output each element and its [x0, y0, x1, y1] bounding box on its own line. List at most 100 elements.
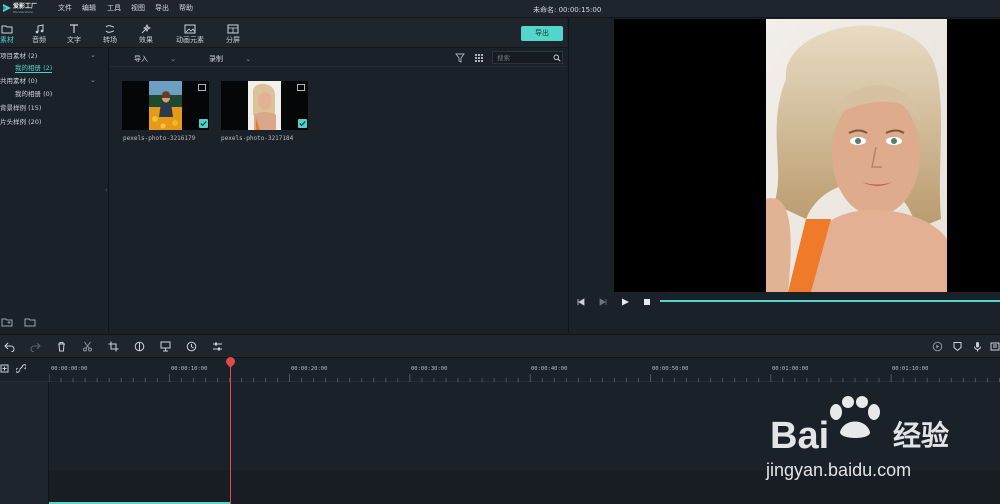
- photo-girl-field-image: [149, 81, 182, 130]
- tree-project-media[interactable]: 项目素材 (2): [0, 52, 37, 60]
- tab-elements-label: 动画元素: [176, 36, 204, 44]
- import-dropdown[interactable]: 导入 ⌄: [134, 54, 176, 64]
- ruler-ticks: [49, 374, 1000, 382]
- link-icon[interactable]: [16, 364, 26, 373]
- stop-icon[interactable]: [642, 297, 652, 307]
- image-type-icon: [198, 84, 206, 91]
- effects-icon: [141, 24, 152, 34]
- app-logo-subtext: Wondershare: [13, 10, 33, 14]
- timecode-4: 00:00:40:00: [531, 366, 568, 372]
- duration-clock-icon[interactable]: [186, 341, 197, 352]
- grid-view-icon[interactable]: [474, 53, 484, 63]
- text-icon: [70, 24, 78, 33]
- microphone-icon[interactable]: [972, 341, 983, 352]
- track-headers: [0, 382, 49, 504]
- tab-media[interactable]: 素材: [0, 24, 19, 44]
- tab-split-screen[interactable]: 分屏: [221, 24, 245, 44]
- tab-audio[interactable]: 音频: [27, 24, 51, 44]
- add-folder-icon[interactable]: [1, 317, 13, 327]
- image-type-icon: [297, 84, 305, 91]
- render-play-icon[interactable]: [932, 341, 943, 352]
- adjust-sliders-icon[interactable]: [212, 341, 223, 352]
- menu-view[interactable]: 视图: [131, 4, 145, 13]
- timecode-6: 00:01:00:00: [772, 366, 809, 372]
- timeline-ruler[interactable]: [0, 358, 1000, 382]
- preview-portrait-image: [766, 19, 947, 292]
- record-label: 录制: [209, 55, 223, 63]
- menu-edit[interactable]: 编辑: [82, 4, 96, 13]
- tab-effects[interactable]: 效果: [134, 24, 158, 44]
- title-bar: 爱影工厂 Wondershare 文件 编辑 工具 视图 导出 帮助 未命名: …: [0, 0, 1000, 18]
- tab-media-label: 素材: [0, 36, 14, 44]
- tree-background-samples[interactable]: 背景样例 (15): [0, 104, 41, 112]
- tab-elements[interactable]: 动画元素: [174, 24, 206, 44]
- mixer-icon[interactable]: [990, 341, 1000, 352]
- play-icon[interactable]: [620, 297, 630, 307]
- redo-icon[interactable]: [30, 341, 41, 352]
- watermark-brand-cn: 经验: [893, 419, 950, 452]
- color-icon[interactable]: [134, 341, 145, 352]
- main-toolbar: 素材 音频 文字 转场 效果 动画元素 分屏: [0, 18, 567, 48]
- cut-icon[interactable]: [82, 341, 93, 352]
- watermark-url: jingyan.baidu.com: [766, 460, 912, 480]
- music-note-icon: [35, 24, 44, 34]
- tree-shared-media[interactable]: 共用素材 (0): [0, 77, 37, 85]
- chevron-down-icon: ⌄: [170, 55, 177, 63]
- playhead-line[interactable]: [230, 362, 231, 504]
- chevron-down-icon: ⌄: [245, 55, 252, 63]
- tree-intro-samples[interactable]: 片头样例 (20): [0, 118, 41, 126]
- tab-split-screen-label: 分屏: [226, 36, 240, 44]
- tab-effects-label: 效果: [139, 36, 153, 44]
- tab-transition-label: 转场: [103, 36, 117, 44]
- timecode-3: 00:00:30:00: [411, 366, 448, 372]
- transition-icon: [105, 25, 115, 33]
- media-thumbnail-1[interactable]: [122, 81, 209, 130]
- timecode-1: 00:00:10:00: [171, 366, 208, 372]
- baidu-paw-logo-icon: [830, 396, 880, 438]
- project-title: 未命名: 00:00:15:00: [533, 6, 602, 14]
- import-label: 导入: [134, 55, 148, 63]
- open-folder-icon[interactable]: [24, 317, 36, 327]
- tab-text-label: 文字: [67, 36, 81, 44]
- media-thumbnail-2[interactable]: [221, 81, 308, 130]
- add-track-icon[interactable]: [0, 364, 9, 373]
- menu-tools[interactable]: 工具: [107, 4, 121, 13]
- timecode-7: 00:01:10:00: [892, 366, 929, 372]
- playback-progress-bar[interactable]: [660, 300, 1000, 302]
- video-editor-window: 爱影工厂 Wondershare 文件 编辑 工具 视图 导出 帮助 未命名: …: [0, 0, 1000, 504]
- filter-icon[interactable]: [455, 53, 465, 63]
- used-checkmark-icon: [298, 119, 307, 128]
- timecode-2: 00:00:20:00: [291, 366, 328, 372]
- media-name-2: pexels-photo-3217184: [221, 135, 294, 142]
- chevron-down-icon[interactable]: ⌄: [90, 51, 96, 59]
- watermark-brand: Bai: [770, 415, 830, 457]
- record-dropdown[interactable]: 录制 ⌄: [209, 54, 251, 64]
- timecode-5: 00:00:50:00: [652, 366, 689, 372]
- undo-icon[interactable]: [4, 341, 15, 352]
- tree-my-album[interactable]: 我的相册 (0): [15, 90, 52, 98]
- next-frame-icon[interactable]: [598, 297, 608, 307]
- menu-export[interactable]: 导出: [155, 4, 169, 13]
- used-checkmark-icon: [199, 119, 208, 128]
- app-logo-text: 爱影工厂: [13, 3, 38, 10]
- previous-frame-icon[interactable]: [576, 297, 586, 307]
- menu-help[interactable]: 帮助: [179, 4, 193, 13]
- app-logo-icon: [3, 4, 11, 12]
- photo-woman-portrait-image: [248, 81, 281, 130]
- chevron-down-icon[interactable]: ⌄: [90, 76, 96, 84]
- preview-screen: [614, 19, 1000, 292]
- tab-text[interactable]: 文字: [62, 24, 86, 44]
- search-icon[interactable]: [553, 54, 561, 62]
- delete-icon[interactable]: [56, 341, 67, 352]
- menu-file[interactable]: 文件: [58, 4, 72, 13]
- image-element-icon: [184, 24, 196, 34]
- marker-shield-icon[interactable]: [952, 341, 963, 352]
- collapse-panel-icon[interactable]: ‹: [105, 187, 107, 194]
- split-screen-icon: [227, 24, 239, 34]
- tab-transition[interactable]: 转场: [98, 24, 122, 44]
- tree-my-album-selected[interactable]: 我的相册 (2): [15, 64, 53, 73]
- timeline-toolbar: [0, 334, 1000, 358]
- export-button[interactable]: 导出: [521, 26, 563, 41]
- green-screen-icon[interactable]: [160, 341, 171, 352]
- crop-icon[interactable]: [108, 341, 119, 352]
